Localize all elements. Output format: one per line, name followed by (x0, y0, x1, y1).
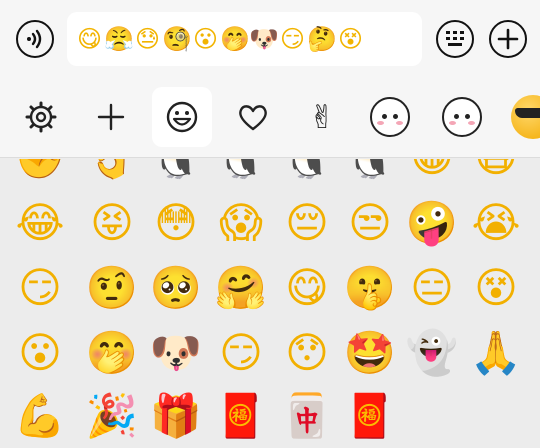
emoji-cell[interactable]: 😏 (10, 258, 70, 318)
happy-face-sticker-icon (442, 97, 482, 137)
input-toolbar: 😋 😤 😓 🧐 😮 🤭 🐶 😏 🤔 😵 (0, 0, 540, 78)
emoji-cell[interactable]: 🐧 (277, 159, 337, 187)
settings-tab[interactable] (11, 87, 71, 147)
favorites-tab[interactable] (223, 87, 283, 147)
input-emoji: 😵 (337, 25, 364, 53)
keyboard-button[interactable] (436, 20, 474, 58)
emoji-cell[interactable]: 🤨 (82, 258, 142, 318)
input-emoji: 🤭 (220, 25, 250, 53)
input-emoji: 🐶 (249, 25, 279, 53)
emoji-cell[interactable]: 😵 (466, 258, 526, 318)
emoji-tab[interactable] (152, 87, 212, 147)
input-emoji: 😋 (76, 25, 103, 53)
emoji-cell[interactable]: 😋 (277, 258, 337, 318)
plus-icon (97, 103, 125, 131)
emoji-cell[interactable]: 😝 (82, 193, 142, 253)
plus-icon (497, 28, 519, 50)
sunglasses-face-icon (511, 95, 540, 139)
input-emoji: 😏 (279, 25, 306, 53)
emoji-cell[interactable]: 😷 (466, 159, 526, 187)
emoji-cell[interactable]: ✊ (10, 159, 70, 187)
smiley-icon (166, 101, 198, 133)
emoji-cell[interactable]: 👌 (82, 159, 142, 187)
victory-hand-icon: ✌ (308, 98, 336, 136)
input-emoji: 😤 (104, 25, 134, 53)
emoji-cell[interactable]: 😭 (466, 193, 526, 253)
emoji-cell[interactable]: 🎉 (82, 386, 142, 446)
emoji-cell[interactable]: 🤗 (211, 258, 271, 318)
emoji-cell[interactable]: 😒 (340, 193, 400, 253)
emoji-cell[interactable]: 💪 (10, 386, 70, 446)
message-input[interactable]: 😋 😤 😓 🧐 😮 🤭 🐶 😏 🤔 😵 (67, 12, 422, 66)
emoji-cell[interactable]: 😱 (211, 193, 271, 253)
emoji-cell[interactable]: 😁 (402, 159, 462, 187)
more-button[interactable] (489, 20, 527, 58)
gear-icon (25, 101, 57, 133)
emoji-cell[interactable]: 🐧 (146, 159, 206, 187)
emoji-cell[interactable]: 🤫 (340, 258, 400, 318)
emoji-cell[interactable]: 🧧 (211, 386, 271, 446)
emoji-cell[interactable]: 🤭 (82, 323, 142, 383)
input-emoji: 🧐 (162, 25, 192, 53)
emoji-cell[interactable]: 😯 (277, 323, 337, 383)
heart-icon (239, 105, 267, 131)
gesture-tab[interactable]: ✌ (292, 87, 352, 147)
sticker-pack-3-tab[interactable] (503, 87, 540, 147)
emoji-category-tabs: ✌ (0, 78, 540, 158)
emoji-cell[interactable]: 😂 (10, 193, 70, 253)
emoji-cell[interactable]: 🤪 (402, 193, 462, 253)
emoji-cell[interactable]: 🎁 (146, 386, 206, 446)
emoji-cell[interactable]: 🐶 (146, 323, 206, 383)
sticker-pack-2-tab[interactable] (432, 87, 492, 147)
emoji-cell[interactable]: 🐧 (211, 159, 271, 187)
emoji-cell[interactable]: 🀄 (277, 386, 337, 446)
emoji-cell[interactable]: 👻 (402, 323, 462, 383)
voice-button[interactable] (16, 20, 54, 58)
emoji-cell[interactable]: 😮 (10, 323, 70, 383)
input-emoji: 😓 (134, 25, 161, 53)
input-emoji: 😮 (192, 25, 219, 53)
emoji-cell[interactable]: 🤩 (340, 323, 400, 383)
keyboard-icon (446, 31, 464, 46)
emoji-cell[interactable]: 😑 (402, 258, 462, 318)
input-emoji: 🤔 (307, 25, 337, 53)
emoji-cell[interactable]: 🥺 (146, 258, 206, 318)
add-tab[interactable] (81, 87, 141, 147)
blushing-face-sticker-icon (370, 97, 410, 137)
emoji-grid: ✊ 👌 🐧 🐧 🐧 🐧 😁 😷 😂 😝 😳 😱 😔 😒 🤪 😭 😏 🤨 🥺 🤗 … (0, 159, 540, 448)
emoji-cell[interactable]: 😔 (277, 193, 337, 253)
sticker-pack-1-tab[interactable] (360, 87, 420, 147)
emoji-cell[interactable]: 😳 (146, 193, 206, 253)
voice-icon (27, 29, 42, 49)
emoji-cell[interactable]: 😏 (211, 323, 271, 383)
emoji-cell[interactable]: 🙏 (466, 323, 526, 383)
emoji-cell[interactable]: 🐧 (340, 159, 400, 187)
emoji-cell[interactable]: 🧧 (340, 386, 400, 446)
